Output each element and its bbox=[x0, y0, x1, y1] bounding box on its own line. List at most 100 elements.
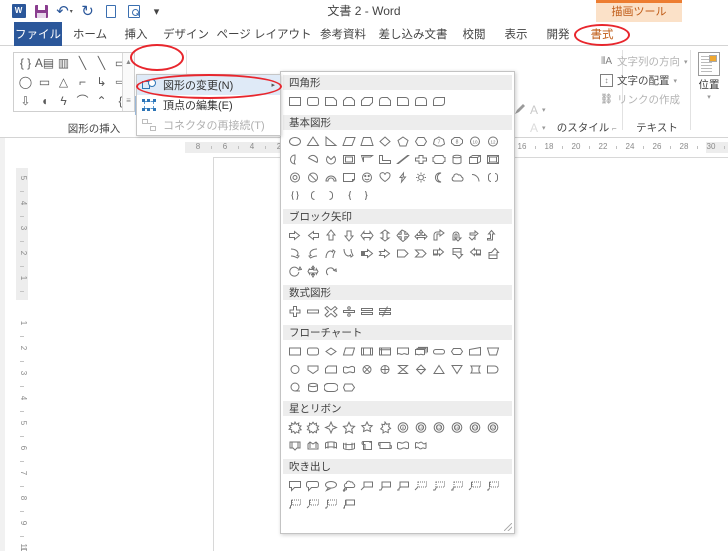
shape-decagon[interactable]: 10 bbox=[466, 132, 484, 150]
shape-flowchart-stored-data[interactable] bbox=[466, 360, 484, 378]
shape-rounded-rectangle[interactable] bbox=[304, 92, 322, 110]
shape-curved-down-ribbon[interactable] bbox=[340, 436, 358, 454]
shape-gallery-cell-1-1[interactable]: ▭ bbox=[35, 72, 54, 91]
shape-cloud[interactable] bbox=[448, 168, 466, 186]
shape-flowchart-alternate-process[interactable] bbox=[304, 342, 322, 360]
shape-explosion-2[interactable] bbox=[304, 418, 322, 436]
shape-pentagon-arrow[interactable] bbox=[394, 244, 412, 262]
shape-gallery-cell-2-4[interactable]: ⌃ bbox=[92, 91, 111, 110]
shape-curved-right-arrow[interactable] bbox=[286, 244, 304, 262]
shape-flowchart-extract[interactable] bbox=[430, 360, 448, 378]
shape-trapezoid[interactable] bbox=[358, 132, 376, 150]
shape-notched-right-arrow[interactable] bbox=[376, 244, 394, 262]
shape-pentagon[interactable] bbox=[394, 132, 412, 150]
shape-wave[interactable] bbox=[394, 436, 412, 454]
position-caret[interactable]: ▾ bbox=[707, 93, 711, 101]
tab-1[interactable]: ホーム bbox=[68, 22, 112, 46]
shape-star-6-point[interactable] bbox=[358, 418, 376, 436]
shape-right-arrow-callout[interactable] bbox=[430, 244, 448, 262]
gallery-scroll-up-icon[interactable]: ▲ bbox=[123, 53, 134, 72]
shape-round-same-side-corner-rectangle[interactable] bbox=[412, 92, 430, 110]
shape-flowchart-direct-access-storage[interactable] bbox=[322, 378, 340, 396]
shape-explosion-1[interactable] bbox=[286, 418, 304, 436]
shape-cloud-callout[interactable] bbox=[340, 476, 358, 494]
shape-flowchart-process[interactable] bbox=[286, 342, 304, 360]
shape-star-5-point[interactable] bbox=[340, 418, 358, 436]
tab-10[interactable]: 書式 bbox=[582, 22, 622, 46]
shape-isosceles-triangle[interactable] bbox=[304, 132, 322, 150]
tab-3[interactable]: デザイン bbox=[160, 22, 212, 46]
shape-flowchart-card[interactable] bbox=[322, 360, 340, 378]
shape-arc[interactable] bbox=[466, 168, 484, 186]
shape-flowchart-manual-operation[interactable] bbox=[484, 342, 502, 360]
shape-heart[interactable] bbox=[376, 168, 394, 186]
shape-quad-arrow-callout[interactable] bbox=[304, 262, 322, 280]
flyout-resize-grip[interactable] bbox=[504, 523, 512, 531]
shape-gallery-cell-2-0[interactable]: ⇩ bbox=[16, 91, 35, 110]
shape-flowchart-or[interactable] bbox=[376, 360, 394, 378]
shape-curved-left-arrow[interactable] bbox=[304, 244, 322, 262]
shape-oval[interactable] bbox=[286, 132, 304, 150]
shape-flowchart-summing-junction[interactable] bbox=[358, 360, 376, 378]
shape-up-arrow[interactable] bbox=[322, 226, 340, 244]
shape-gallery-cell-0-1[interactable]: A▤ bbox=[35, 53, 54, 72]
shape-flowchart-delay[interactable] bbox=[484, 360, 502, 378]
shape-gallery-cell-0-4[interactable]: ╲ bbox=[92, 53, 111, 72]
shapes-gallery-scroller[interactable]: ▲ ≡ bbox=[122, 53, 134, 111]
shape-hexagon[interactable] bbox=[412, 132, 430, 150]
text-direction-button[interactable]: ⦀A 文字列の方向 ▾ bbox=[600, 54, 688, 69]
shape-lightning-bolt[interactable] bbox=[394, 168, 412, 186]
shape-right-arrow[interactable] bbox=[286, 226, 304, 244]
tab-4[interactable]: ページ レイアウト bbox=[217, 22, 312, 46]
shape-flowchart-data[interactable] bbox=[340, 342, 358, 360]
shape-star-24-point[interactable]: 24 bbox=[466, 418, 484, 436]
shape-division[interactable] bbox=[340, 302, 358, 320]
shape-gallery-cell-1-2[interactable]: △ bbox=[54, 72, 73, 91]
wordart-caret-1[interactable]: ▾ bbox=[542, 106, 546, 114]
shape-flowchart-merge[interactable] bbox=[448, 360, 466, 378]
shape-folded-corner[interactable] bbox=[340, 168, 358, 186]
shape-curved-up-arrow[interactable] bbox=[322, 244, 340, 262]
shape-diamond[interactable] bbox=[376, 132, 394, 150]
gallery-more-icon[interactable]: ≡ bbox=[123, 91, 134, 110]
shape-flowchart-decision[interactable] bbox=[322, 342, 340, 360]
shape-star-16-point[interactable]: 16 bbox=[448, 418, 466, 436]
shape-star-4-point[interactable] bbox=[322, 418, 340, 436]
shape-star-7-point[interactable] bbox=[376, 418, 394, 436]
shape-star-8-point[interactable]: 8 bbox=[394, 418, 412, 436]
shape-right-brace[interactable] bbox=[358, 186, 376, 204]
shape-up-down-arrow[interactable] bbox=[376, 226, 394, 244]
shape-sun[interactable] bbox=[412, 168, 430, 186]
text-direction-caret[interactable]: ▾ bbox=[684, 58, 688, 66]
shape-vertical-scroll[interactable] bbox=[358, 436, 376, 454]
shape-line-callout-1-border[interactable] bbox=[412, 476, 430, 494]
change-shape-flyout[interactable]: 四角形 基本図形 7 8 10 12 ブロック矢印 数式図形 フローチャート 星とリボン 8 10 12… bbox=[280, 71, 515, 534]
shape-flowchart-multidocument[interactable] bbox=[412, 342, 430, 360]
shape-line-callout-2[interactable] bbox=[376, 476, 394, 494]
shape-flowchart-punched-tape[interactable] bbox=[340, 360, 358, 378]
shape-double-wave[interactable] bbox=[412, 436, 430, 454]
shape-star-32-point[interactable]: 32 bbox=[484, 418, 502, 436]
shape-not-equal[interactable] bbox=[376, 302, 394, 320]
shape-line-callout-2-border[interactable] bbox=[430, 476, 448, 494]
shape-moon[interactable] bbox=[430, 168, 448, 186]
shape-gallery-cell-2-1[interactable]: ◖ bbox=[35, 91, 54, 110]
shape-left-bracket[interactable] bbox=[304, 186, 322, 204]
shape-heptagon[interactable]: 7 bbox=[430, 132, 448, 150]
tab-9[interactable]: 開発 bbox=[540, 22, 576, 46]
shape-flowchart-sequential-access-storage[interactable] bbox=[286, 378, 304, 396]
shape-down-arrow[interactable] bbox=[340, 226, 358, 244]
shape-circular-arrow[interactable] bbox=[286, 262, 304, 280]
shape-rectangle[interactable] bbox=[286, 92, 304, 110]
shape-left-brace[interactable] bbox=[340, 186, 358, 204]
shape-donut[interactable] bbox=[286, 168, 304, 186]
shape-left-arrow[interactable] bbox=[304, 226, 322, 244]
shape-callout-accent-bar-3[interactable] bbox=[340, 494, 358, 512]
shape-styles-dialog-launcher[interactable]: ⌐ bbox=[612, 124, 617, 133]
shape-line-callout-3-accent[interactable] bbox=[286, 494, 304, 512]
menu-item-1[interactable]: 頂点の編集(E) bbox=[137, 95, 280, 115]
shape-snip-same-side-corner-rectangle[interactable] bbox=[340, 92, 358, 110]
shape-line-callout-2-accent[interactable] bbox=[484, 476, 502, 494]
shape-flowchart-connector[interactable] bbox=[286, 360, 304, 378]
shape-horizontal-scroll[interactable] bbox=[376, 436, 394, 454]
